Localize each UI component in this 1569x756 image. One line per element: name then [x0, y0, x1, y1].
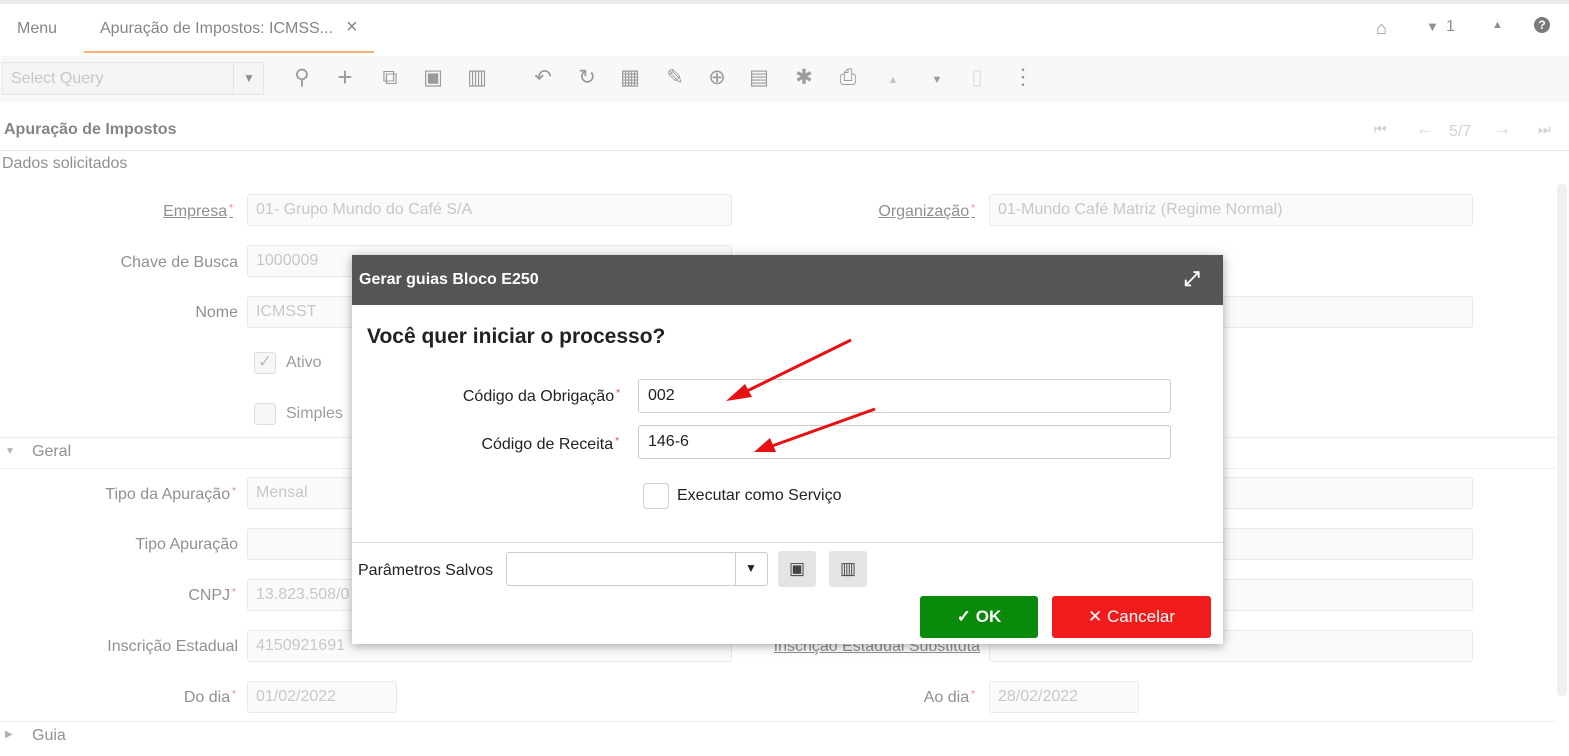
arrow-receita: [754, 407, 876, 452]
annotation-arrows: [726, 338, 876, 452]
arrow-obrigacao: [726, 338, 852, 401]
